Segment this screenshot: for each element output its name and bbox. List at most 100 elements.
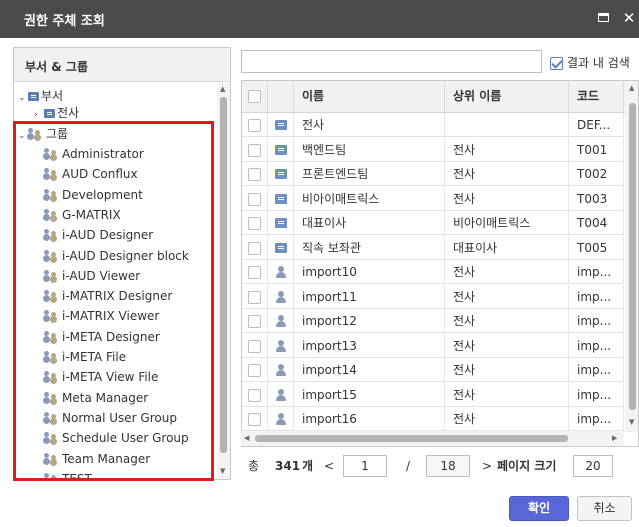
scroll-up-icon[interactable]: ▲	[220, 85, 225, 93]
tree-node-group[interactable]: i-AUD Designer block	[44, 246, 189, 266]
row-checkbox[interactable]	[248, 339, 261, 353]
header-select-all[interactable]	[242, 81, 268, 112]
tree-node-label: Team Manager	[62, 451, 151, 466]
table-row[interactable]: 대표이사 비아이매트릭스 T004	[242, 211, 624, 235]
maximize-icon[interactable]	[594, 9, 612, 27]
row-checkbox[interactable]	[248, 168, 261, 181]
row-checkbox[interactable]	[248, 266, 261, 279]
table-row[interactable]: import12 전사 imp...	[242, 309, 624, 333]
tree-node-group[interactable]: i-META Designer	[44, 327, 160, 347]
search-in-result-checkbox[interactable]	[550, 57, 563, 70]
chevron-down-icon[interactable]: ⌄	[18, 126, 28, 146]
table-row[interactable]: 비아이매트릭스 전사 T003	[242, 186, 624, 211]
row-checkbox[interactable]	[248, 217, 261, 230]
scroll-left-icon[interactable]: ◀	[244, 434, 249, 442]
page-input[interactable]: 1	[343, 455, 387, 477]
table-row[interactable]: 프론트엔드팀 전사 T002	[242, 162, 624, 186]
tree-node-group[interactable]: Team Manager	[44, 449, 150, 469]
grid-hscrollbar[interactable]: ◀ ▶	[241, 431, 624, 446]
tree-node-group[interactable]: G-MATRIX	[44, 205, 121, 225]
select-all-checkbox[interactable]	[248, 90, 261, 103]
tree-node-group[interactable]: Administrator	[44, 144, 144, 164]
cell-code: imp...	[569, 260, 624, 284]
scroll-right-icon[interactable]: ▶	[612, 434, 617, 442]
group-icon	[44, 168, 58, 179]
tree-node-group[interactable]: Development	[44, 185, 143, 205]
cell-name: 직속 보좌관	[294, 235, 445, 260]
cell-type	[268, 186, 294, 211]
row-checkbox[interactable]	[248, 119, 261, 132]
table-row[interactable]: 직속 보좌관 대표이사 T005	[242, 235, 624, 260]
cell-code: imp...	[569, 407, 624, 431]
table-row[interactable]: import10 전사 imp...	[242, 260, 624, 284]
cell-name: import16	[294, 407, 445, 431]
row-checkbox[interactable]	[248, 315, 261, 328]
cell-code: imp...	[569, 382, 624, 407]
table-row[interactable]: 전사 DEF...	[242, 113, 624, 137]
next-page-button[interactable]: >	[482, 455, 492, 477]
page-size-input[interactable]: 20	[573, 455, 613, 477]
grid-scroll-thumb[interactable]	[629, 103, 636, 410]
cell-type	[268, 309, 294, 333]
search-in-result-toggle[interactable]: 결과 내 검색	[550, 54, 630, 71]
tree-node-group[interactable]: i-MATRIX Designer	[44, 286, 172, 306]
table-row[interactable]: 백엔드팀 전사 T001	[242, 137, 624, 162]
row-checkbox[interactable]	[248, 143, 261, 157]
tree-scrollbar[interactable]: ▲ ▼	[217, 83, 230, 479]
table-row[interactable]: import13 전사 imp...	[242, 333, 624, 358]
search-input[interactable]	[241, 50, 542, 73]
cell-name: import12	[294, 309, 445, 333]
cell-type	[268, 162, 294, 186]
table-row[interactable]: import14 전사 imp...	[242, 358, 624, 382]
confirm-button[interactable]: 확인	[509, 496, 569, 521]
tree-node-label: i-MATRIX Viewer	[62, 309, 160, 324]
total-unit: 개	[302, 459, 314, 473]
table-row[interactable]: import15 전사 imp...	[242, 382, 624, 407]
group-icon	[44, 371, 58, 382]
tree-node-group[interactable]: i-META File	[44, 347, 126, 367]
grid-hscroll-thumb[interactable]	[255, 435, 568, 442]
row-checkbox[interactable]	[248, 192, 261, 206]
group-icon	[44, 330, 58, 342]
tree-node-dept-child[interactable]: › 전사	[34, 103, 79, 123]
tree-node-group[interactable]: TEST	[44, 469, 92, 479]
cell-select	[242, 260, 268, 284]
tree-node-group[interactable]: Normal User Group	[44, 408, 177, 428]
close-icon[interactable]: ✕	[620, 9, 638, 27]
scroll-up-icon[interactable]: ▲	[629, 84, 634, 92]
table-row[interactable]: import11 전사 imp...	[242, 284, 624, 309]
header-name[interactable]: 이름	[294, 81, 445, 112]
header-parent-name[interactable]: 상위 이름	[445, 81, 569, 112]
grid-scrollbar[interactable]: ▲ ▼	[625, 81, 638, 432]
row-checkbox[interactable]	[248, 241, 261, 255]
row-checkbox[interactable]	[248, 290, 261, 304]
cell-type	[268, 260, 294, 284]
chevron-down-icon[interactable]: ⌄	[18, 88, 28, 108]
cell-parent-name: 전사	[445, 137, 569, 162]
cell-select	[242, 113, 268, 137]
row-checkbox[interactable]	[248, 388, 261, 402]
scroll-down-icon[interactable]: ▼	[220, 467, 225, 475]
tree-scroll-thumb[interactable]	[220, 97, 227, 453]
row-checkbox[interactable]	[248, 364, 261, 377]
cell-name: 대표이사	[294, 211, 445, 235]
row-checkbox[interactable]	[248, 413, 261, 426]
cancel-button[interactable]: 취소	[577, 496, 632, 521]
tree-node-group[interactable]: Schedule User Group	[44, 428, 189, 448]
scroll-down-icon[interactable]: ▼	[629, 418, 634, 426]
cell-select	[242, 211, 268, 235]
header-code[interactable]: 코드	[569, 81, 624, 112]
tree-node-group-root[interactable]: ⌄ 그룹	[18, 124, 68, 144]
prev-page-button[interactable]: <	[324, 455, 334, 477]
cell-parent-name: 전사	[445, 284, 569, 309]
tree-node-group[interactable]: i-MATRIX Viewer	[44, 306, 159, 326]
tree-node-group[interactable]: AUD Conflux	[44, 164, 138, 184]
tree-node-group[interactable]: i-AUD Designer	[44, 225, 153, 245]
chevron-right-icon[interactable]: ›	[34, 105, 44, 125]
cell-parent-name: 전사	[445, 162, 569, 186]
tree-node-group[interactable]: i-AUD Viewer	[44, 266, 140, 286]
tree-node-group[interactable]: Meta Manager	[44, 388, 148, 408]
cell-type	[268, 284, 294, 309]
table-row[interactable]: import16 전사 imp...	[242, 407, 624, 431]
tree-node-group[interactable]: i-META View File	[44, 367, 158, 387]
